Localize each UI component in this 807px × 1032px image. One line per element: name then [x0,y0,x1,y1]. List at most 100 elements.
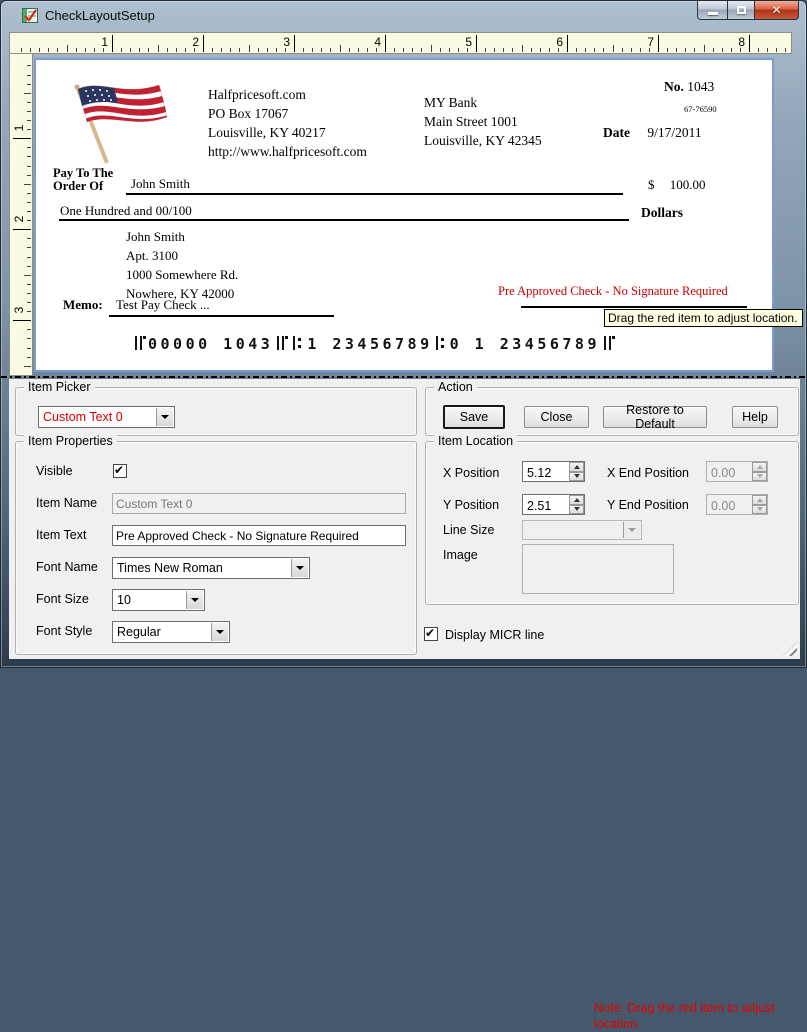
payee-name: John Smith [131,176,190,192]
line-size-dropdown-button [623,522,640,538]
drag-tooltip: Drag the red item to adjust location. [604,309,803,327]
company-line: Louisville, KY 40217 [208,123,367,142]
payee-address-line: 1000 Somewhere Rd. [126,265,238,284]
micr-line: 00000 10431 234567890 1 23456789 [131,335,617,352]
font-size-label: Font Size [36,592,89,606]
item-location-group: Item Location X Position X End Position … [425,441,799,605]
company-address: Halfpricesoft.com PO Box 17067 Louisvill… [208,85,367,161]
item-location-group-label: Item Location [434,434,517,449]
spin-down-icon[interactable] [569,472,584,482]
display-micr-label: Display MICR line [445,628,544,642]
bank-line: Louisville, KY 42345 [424,131,542,150]
font-style-combobox[interactable]: Regular [112,621,230,643]
help-button[interactable]: Help [732,406,778,428]
company-line: PO Box 17067 [208,104,367,123]
font-name-combobox[interactable]: Times New Roman [112,557,310,579]
font-name-dropdown-button[interactable] [291,559,308,577]
fraction-code: 67-76590 [684,104,717,114]
custom-text-item[interactable]: Pre Approved Check - No Signature Requir… [498,284,728,299]
image-box [522,544,674,594]
y-end-position-label: Y End Position [607,498,689,512]
x-position-label: X Position [443,466,499,480]
check-number-label: No. [664,79,684,94]
item-picker-value: Custom Text 0 [43,410,123,424]
check-layout-setup-window: { "window": { "title": "CheckLayoutSetup… [0,0,807,668]
image-label: Image [443,548,478,562]
memo-underline [109,315,334,317]
dollars-label: Dollars [641,205,683,221]
action-group: Action Save Close Restore to Default Hel… [425,387,799,436]
date-line: Date 9/17/2011 [603,125,702,141]
item-properties-group: Item Properties Visible Item Name Item T… [15,441,417,655]
close-action-button[interactable]: Close [524,406,589,428]
payee-address-line: Apt. 3100 [126,246,238,265]
font-size-dropdown-button[interactable] [186,591,203,609]
item-properties-group-label: Item Properties [24,434,117,449]
x-end-position-spinner [706,461,768,482]
item-name-label: Item Name [36,496,97,510]
y-position-value[interactable] [523,495,571,515]
x-end-position-label: X End Position [607,466,689,480]
spin-up-icon[interactable] [569,495,584,505]
font-size-combobox[interactable]: 10 [112,589,205,611]
restore-to-default-button[interactable]: Restore to Default [603,406,707,428]
y-position-label: Y Position [443,498,499,512]
item-picker-combobox[interactable]: Custom Text 0 [38,406,175,428]
company-line: http://www.halfpricesoft.com [208,142,367,161]
flag-image [61,77,176,167]
item-picker-dropdown-button[interactable] [156,408,173,426]
check-number-value: 1043 [687,79,714,94]
y-end-position-spinner [706,494,768,515]
spin-down-icon[interactable] [569,505,584,515]
line-size-combobox [522,520,642,540]
action-group-label: Action [434,380,477,395]
amount-words-underline [59,219,629,221]
bank-line: Main Street 1001 [424,112,542,131]
bank-address: MY Bank Main Street 1001 Louisville, KY … [424,93,542,150]
spin-down-icon [752,472,767,482]
item-name-field [112,493,406,514]
bank-line: MY Bank [424,93,542,112]
font-style-value: Regular [117,625,161,639]
y-position-spinner[interactable] [522,494,585,515]
visible-label: Visible [36,464,73,478]
font-name-label: Font Name [36,560,98,574]
date-value: 9/17/2011 [647,125,701,140]
app-window: CheckLayoutSetup ✕ 12345678 123 [0,0,807,668]
visible-checkbox[interactable] [113,464,127,478]
amount-line: $ 100.00 [648,177,706,193]
check-number: No. 1043 [664,79,714,95]
x-position-value[interactable] [523,462,571,482]
maximize-button[interactable] [727,1,755,20]
window-title: CheckLayoutSetup [45,8,155,23]
minimize-button[interactable] [697,1,727,20]
chevron-down-icon [161,415,169,419]
font-style-label: Font Style [36,624,92,638]
close-button[interactable]: ✕ [755,1,799,20]
x-end-position-value [707,462,755,482]
title-bar[interactable]: CheckLayoutSetup ✕ [1,1,806,30]
item-picker-group-label: Item Picker [24,380,95,395]
v-ruler: 123 [9,54,33,376]
font-style-dropdown-button[interactable] [211,623,228,641]
spin-up-icon[interactable] [569,462,584,472]
payee-address: John Smith Apt. 3100 1000 Somewhere Rd. … [126,227,238,303]
resize-grip-icon[interactable] [783,642,797,656]
memo-label: Memo: [63,297,103,313]
app-icon [22,8,38,23]
display-micr-checkbox[interactable] [424,627,438,641]
date-label: Date [603,125,630,140]
item-text-field[interactable] [112,525,406,546]
y-end-position-value [707,495,755,515]
minimize-icon [708,12,718,15]
x-position-spinner[interactable] [522,461,585,482]
perforation-line [1,376,807,378]
save-button[interactable]: Save [443,405,505,429]
payee-underline [126,193,623,195]
memo-value: Test Pay Check ... [116,297,210,313]
font-name-value: Times New Roman [117,561,223,575]
item-picker-group: Item Picker Custom Text 0 [15,387,417,436]
spin-up-icon [752,495,767,505]
settings-panel: Item Picker Custom Text 0 Action Save Cl… [9,379,800,659]
spin-up-icon [752,462,767,472]
